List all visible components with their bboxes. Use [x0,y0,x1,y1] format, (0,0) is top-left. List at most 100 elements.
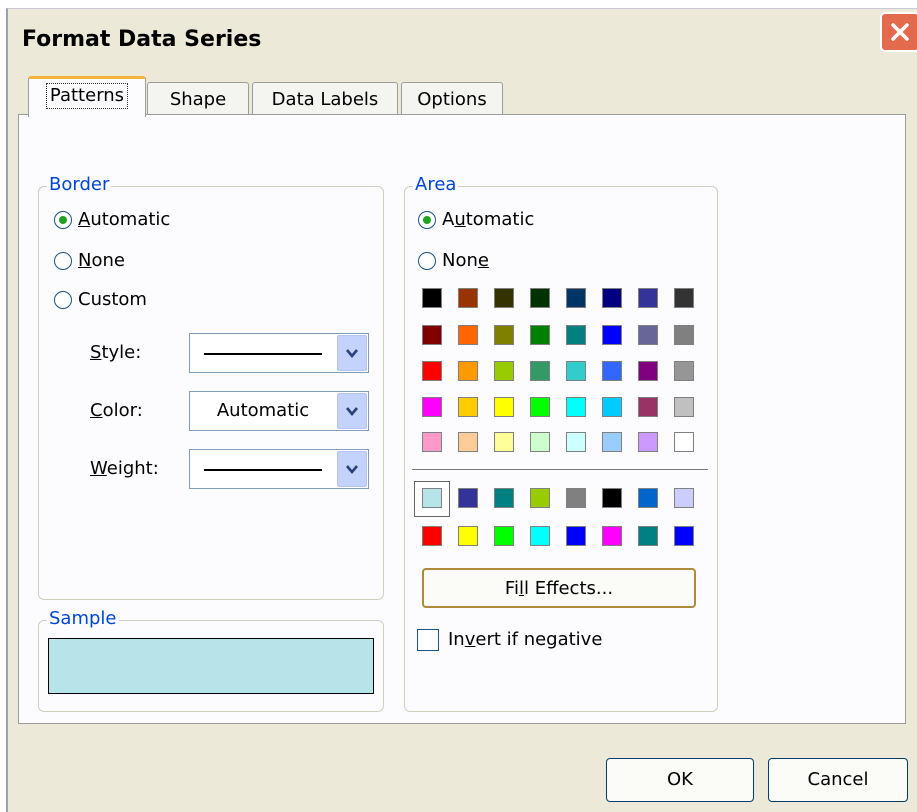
tab-label: Patterns [45,83,129,109]
color-swatch[interactable] [674,288,694,308]
chevron-down-icon [346,407,358,417]
color-swatch[interactable] [458,361,478,381]
weight-dropdown[interactable] [189,449,369,489]
dropdown-arrow-button[interactable] [337,335,367,371]
color-value: Automatic [216,400,310,421]
color-swatch[interactable] [674,325,694,345]
border-none-radio[interactable]: None [54,250,125,271]
radio-icon [54,290,72,309]
color-swatch[interactable] [674,432,694,452]
radio-selected-icon [54,210,72,229]
color-swatch[interactable] [566,397,586,417]
chevron-down-icon [346,465,358,475]
line-style-preview [204,353,322,355]
color-swatch[interactable] [566,526,586,546]
color-swatch[interactable] [458,488,478,508]
color-swatch[interactable] [458,288,478,308]
color-swatch[interactable] [494,361,514,381]
radio-label: Automatic [78,209,171,230]
tab-data-labels[interactable]: Data Labels [252,82,398,116]
style-dropdown[interactable] [189,333,369,373]
dropdown-arrow-button[interactable] [337,451,367,487]
color-swatch[interactable] [530,325,550,345]
color-swatch[interactable] [638,397,658,417]
color-swatch[interactable] [458,432,478,452]
sample-legend: Sample [47,608,119,629]
button-label: Fill Effects... [504,578,614,599]
tab-options[interactable]: Options [401,82,503,116]
fill-effects-button[interactable]: Fill Effects... [422,568,696,608]
color-swatch[interactable] [422,397,442,417]
color-swatch[interactable] [494,325,514,345]
border-legend: Border [47,174,112,195]
close-button[interactable] [880,12,917,52]
color-swatch[interactable] [530,526,550,546]
chevron-down-icon [346,349,358,359]
tab-patterns[interactable]: Patterns [28,76,146,117]
color-swatch[interactable] [566,325,586,345]
color-swatch[interactable] [422,288,442,308]
color-swatch[interactable] [602,397,622,417]
color-swatch[interactable] [602,288,622,308]
color-swatch[interactable] [674,526,694,546]
color-swatch[interactable] [458,397,478,417]
color-dropdown[interactable]: Automatic [189,391,369,431]
color-swatch[interactable] [494,526,514,546]
tab-label: Options [417,89,487,110]
ok-button[interactable]: OK [606,758,754,802]
color-swatch[interactable] [530,397,550,417]
title-bar[interactable]: Format Data Series [8,9,917,65]
color-swatch[interactable] [422,325,442,345]
radio-label: Custom [78,289,147,310]
style-label: Style: [90,342,142,363]
color-swatch[interactable] [566,361,586,381]
radio-selected-icon [418,210,436,229]
tab-shape[interactable]: Shape [147,82,249,116]
color-swatch[interactable] [566,288,586,308]
border-automatic-radio[interactable]: Automatic [54,209,170,230]
invert-if-negative-label: Invert if negative [448,629,603,650]
color-swatch[interactable] [638,526,658,546]
color-swatch[interactable] [494,488,514,508]
color-swatch[interactable] [602,488,622,508]
color-swatch[interactable] [602,325,622,345]
line-weight-preview [204,469,322,471]
color-swatch[interactable] [458,325,478,345]
color-swatch[interactable] [530,432,550,452]
color-swatch[interactable] [638,432,658,452]
color-swatch[interactable] [638,361,658,381]
color-swatch[interactable] [566,432,586,452]
dropdown-arrow-button[interactable] [337,393,367,429]
color-swatch[interactable] [422,432,442,452]
color-swatch[interactable] [674,397,694,417]
color-swatch[interactable] [602,361,622,381]
color-swatch[interactable] [530,288,550,308]
border-custom-radio[interactable]: Custom [54,289,147,310]
color-swatch[interactable] [602,432,622,452]
color-swatch[interactable] [674,488,694,508]
color-swatch[interactable] [602,526,622,546]
color-swatch[interactable] [566,488,586,508]
color-swatch[interactable] [422,488,442,508]
color-swatch[interactable] [458,526,478,546]
tab-label: Shape [169,89,227,110]
color-swatch[interactable] [494,432,514,452]
invert-if-negative-checkbox[interactable] [417,629,439,651]
color-swatch[interactable] [422,526,442,546]
color-swatch[interactable] [674,361,694,381]
button-label: Cancel [807,769,869,790]
sample-preview [48,638,374,694]
color-swatch[interactable] [422,361,442,381]
weight-label: Weight: [90,458,159,479]
color-swatch[interactable] [530,488,550,508]
color-swatch[interactable] [530,361,550,381]
color-swatch[interactable] [494,397,514,417]
cancel-button[interactable]: Cancel [768,758,908,802]
area-automatic-radio[interactable]: Automatic [418,209,534,230]
color-swatch[interactable] [638,325,658,345]
radio-label: None [442,250,489,271]
color-swatch[interactable] [638,488,658,508]
color-swatch[interactable] [494,288,514,308]
area-none-radio[interactable]: None [418,250,489,271]
color-swatch[interactable] [638,288,658,308]
